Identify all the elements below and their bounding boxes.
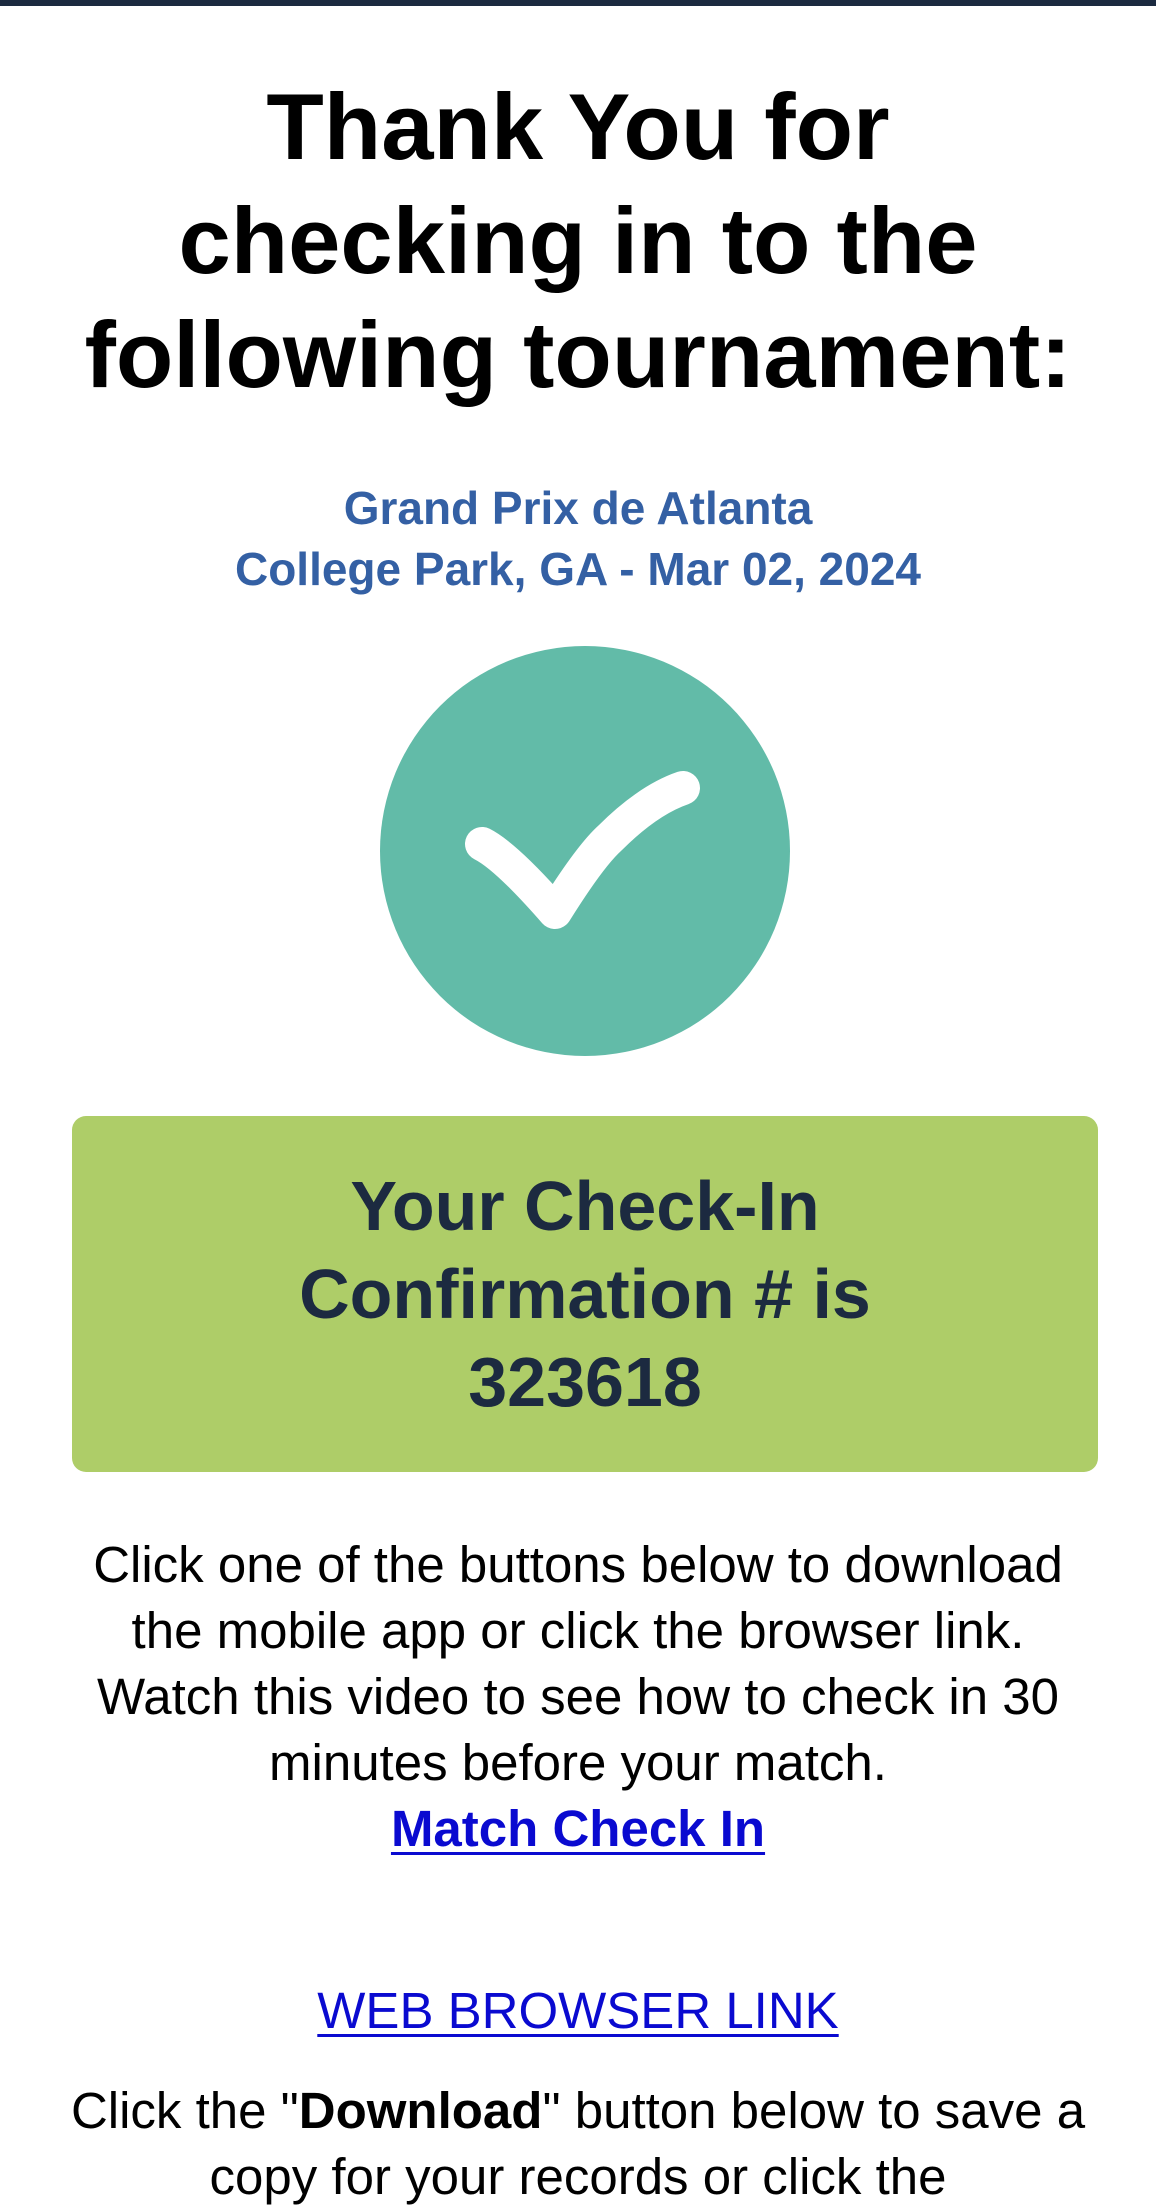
- download-bold: Download: [298, 2082, 543, 2139]
- top-bar: [0, 0, 1156, 6]
- instructions-text: Click one of the buttons below to downlo…: [93, 1536, 1063, 1791]
- download-instructions: Click the "Download" button below to sav…: [60, 2078, 1096, 2210]
- confirmation-text: Your Check-In Confirmation # is 323618: [299, 1167, 871, 1421]
- tournament-location-date: College Park, GA - Mar 02, 2024: [234, 543, 922, 595]
- instructions: Click one of the buttons below to downlo…: [60, 1532, 1096, 1862]
- check-circle-icon: [380, 646, 790, 1056]
- tournament-info: Grand Prix de Atlanta College Park, GA -…: [60, 478, 1096, 600]
- confirmation-box: Your Check-In Confirmation # is 323618: [72, 1116, 1098, 1472]
- web-browser-link[interactable]: WEB BROWSER LINK: [60, 1978, 1096, 2044]
- download-prefix: Click the ": [70, 2082, 299, 2139]
- match-check-in-link[interactable]: Match Check In: [60, 1796, 1096, 1862]
- page: Thank You for checking in to the followi…: [0, 0, 1156, 2205]
- page-title: Thank You for checking in to the followi…: [84, 74, 1072, 407]
- tournament-name: Grand Prix de Atlanta: [343, 482, 813, 534]
